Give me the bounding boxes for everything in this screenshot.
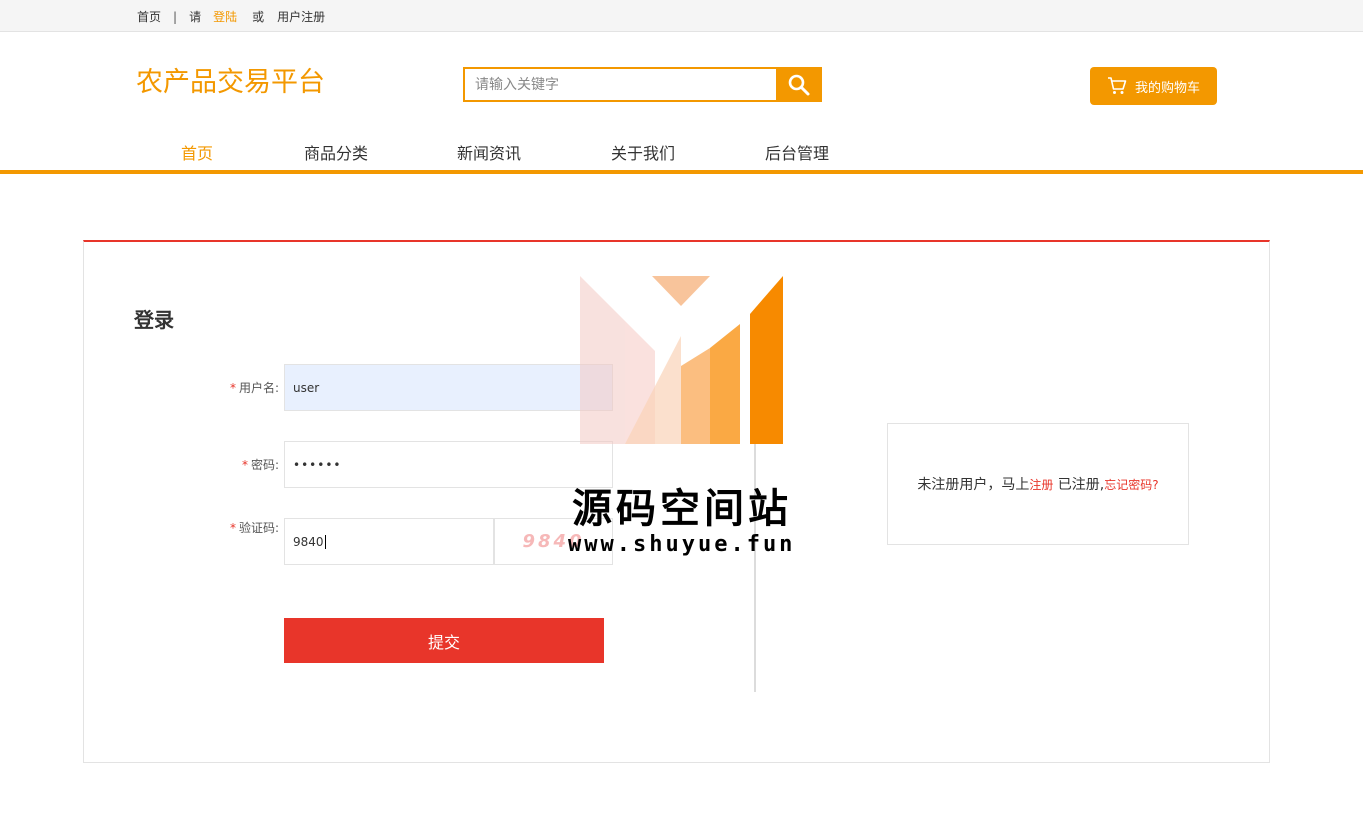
search-bar	[463, 67, 822, 102]
submit-button[interactable]: 提交	[284, 618, 604, 663]
search-input[interactable]	[463, 67, 776, 102]
captcha-value: 9840	[293, 534, 324, 549]
username-value: user	[293, 380, 320, 395]
register-box: 未注册用户，马上 注册 已注册, 忘记密码?	[887, 423, 1189, 545]
username-label: * 用户名:	[189, 379, 279, 396]
top-register-link[interactable]: 用户注册	[277, 8, 325, 25]
top-please-text: 请	[189, 10, 202, 24]
captcha-field[interactable]: 9840	[284, 518, 494, 565]
login-title: 登录	[134, 308, 174, 332]
unregistered-text: 未注册用户，马上	[917, 477, 1030, 493]
top-login-link[interactable]: 登陆	[213, 8, 237, 25]
register-link[interactable]: 注册	[1029, 476, 1053, 493]
password-label-text: 密码:	[250, 458, 279, 472]
nav-item-categories[interactable]: 商品分类	[304, 140, 368, 164]
captcha-label-text: 验证码:	[238, 521, 279, 535]
watermark-url: www.shuyue.fun	[568, 532, 796, 557]
text-cursor	[324, 534, 326, 549]
top-separator: |	[173, 9, 178, 24]
watermark-logo	[580, 276, 783, 444]
required-mark: *	[241, 458, 248, 472]
cart-label: 我的购物车	[1134, 80, 1200, 96]
cart-icon	[1107, 77, 1127, 94]
nav-item-about[interactable]: 关于我们	[611, 140, 675, 164]
required-mark: *	[229, 381, 236, 395]
cart-button[interactable]: 我的购物车	[1090, 67, 1217, 105]
top-bar: 首页 | 请 登陆 或 用户注册	[0, 0, 1363, 32]
captcha-label: * 验证码:	[189, 519, 279, 536]
username-field[interactable]: user	[284, 364, 613, 411]
top-or-text: 或	[252, 10, 265, 24]
site-brand[interactable]: 农产品交易平台	[136, 60, 325, 99]
registered-text: 已注册,	[1053, 477, 1105, 493]
password-field[interactable]: ••••••	[284, 441, 613, 488]
forgot-password-link[interactable]: 忘记密码?	[1104, 476, 1158, 493]
nav-item-home[interactable]: 首页	[181, 140, 213, 164]
search-button[interactable]	[776, 67, 822, 102]
top-bar-links: 首页 | 请 登陆 或 用户注册	[137, 8, 325, 25]
top-home-link[interactable]: 首页	[137, 8, 161, 25]
password-label: * 密码:	[189, 456, 279, 473]
search-icon	[788, 74, 810, 95]
main-nav: 首页 商品分类 新闻资讯 关于我们 后台管理	[0, 130, 1363, 174]
nav-item-news[interactable]: 新闻资讯	[457, 140, 521, 164]
required-mark: *	[229, 521, 236, 535]
nav-item-admin[interactable]: 后台管理	[765, 140, 829, 164]
watermark-title: 源码空间站	[572, 486, 792, 532]
username-label-text: 用户名:	[238, 381, 279, 395]
password-value: ••••••	[293, 457, 342, 472]
